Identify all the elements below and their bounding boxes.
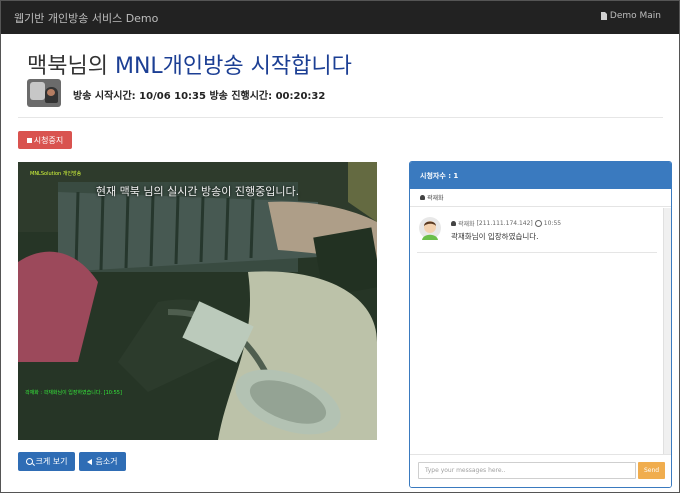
mute-label: 음소거: [95, 457, 118, 466]
avatar-part: [30, 82, 45, 100]
avatar-part: [47, 89, 55, 96]
title-prefix: 맥북님의: [27, 54, 115, 79]
message-input[interactable]: [418, 462, 636, 479]
video-player[interactable]: MNLSolution 개인방송 현재 맥북 님의 실시간 방송이 진행중입니다…: [18, 162, 377, 440]
message-ip: [211.111.174.142]: [476, 220, 533, 227]
user-icon: [420, 195, 425, 200]
search-icon: [25, 458, 33, 465]
user-avatar-icon: [419, 217, 441, 240]
navbar: 웹기반 개인방송 서비스 Demo Demo Main: [1, 1, 679, 34]
chat-panel: 시청자수 : 1 곽재화 곽재화 [211.111.174.142] 10:55 …: [409, 161, 672, 488]
message-text: 곽재화님이 입장하였습니다.: [451, 232, 539, 241]
volume-icon: [87, 458, 93, 465]
demo-main-link[interactable]: Demo Main: [600, 11, 661, 21]
viewer-list: 곽재화: [410, 189, 671, 207]
chat-input-row: Send: [410, 454, 671, 487]
mute-button[interactable]: 음소거: [79, 452, 126, 471]
navbar-brand[interactable]: 웹기반 개인방송 서비스 Demo: [14, 10, 158, 26]
chat-messages[interactable]: 곽재화 [211.111.174.142] 10:55 곽재화님이 입장하였습니다…: [410, 208, 663, 454]
video-chat-log: 곽재화 : 곽재화님이 입장하였습니다. [10:55]: [25, 390, 122, 396]
video-channel-tag: MNLSolution 개인방송: [30, 171, 82, 177]
user-icon: [451, 221, 456, 226]
demo-main-label: Demo Main: [609, 11, 661, 21]
clock-icon: [534, 220, 542, 227]
message-time: 10:55: [543, 220, 562, 227]
viewer-name: 곽재화: [427, 195, 444, 202]
stop-icon: [26, 137, 32, 143]
zoom-button[interactable]: 크게 보기: [18, 452, 75, 471]
title-highlight: MNL개인방송 시작합니다: [114, 54, 352, 79]
send-button[interactable]: Send: [638, 462, 665, 479]
stop-watching-label: 시청중지: [33, 135, 64, 145]
divider: [18, 117, 663, 118]
message-user: 곽재화: [458, 221, 475, 228]
stop-watching-button[interactable]: 시청중지: [18, 131, 72, 149]
zoom-label: 크게 보기: [35, 457, 68, 466]
video-frame-art: [18, 162, 377, 440]
chat-scrollbar[interactable]: [663, 208, 671, 454]
page-title: 맥북님의 MNL개인방송 시작합니다: [27, 48, 352, 80]
broadcaster-avatar: [27, 79, 61, 107]
message-divider: [417, 252, 657, 253]
video-overlay-text: 현재 맥북 님의 실시간 방송이 진행중입니다.: [95, 185, 300, 198]
broadcast-time-info: 방송 시작시간: 10/06 10:35 방송 진행시간: 00:20:32: [73, 91, 326, 102]
viewer-count: 시청자수 : 1: [410, 162, 671, 189]
message-meta: 곽재화 [211.111.174.142] 10:55: [451, 219, 561, 228]
document-icon: [600, 12, 607, 20]
